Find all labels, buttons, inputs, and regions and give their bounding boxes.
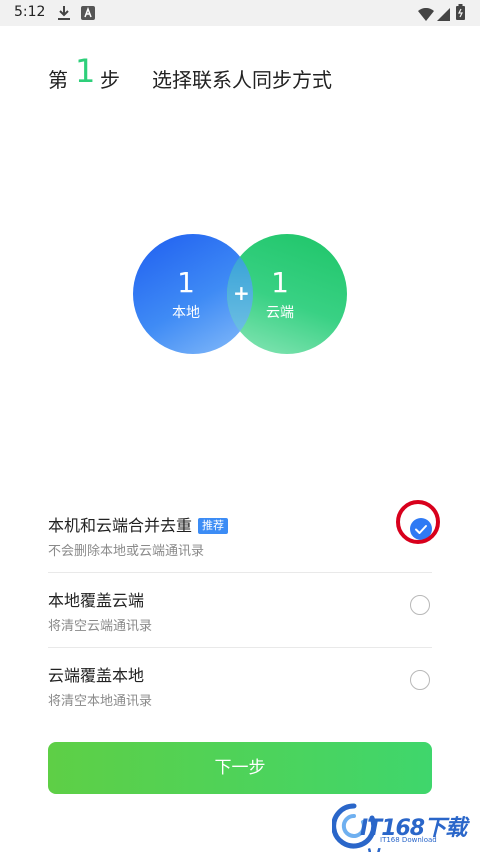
option-title: 本地覆盖云端 <box>48 591 145 610</box>
highlight-circle <box>396 500 440 544</box>
step-number: 1 <box>75 52 96 90</box>
radio-unchecked-icon[interactable] <box>410 670 430 690</box>
option-cloud-overwrite-local[interactable]: 云端覆盖本地 将清空本地通讯录 <box>48 648 432 722</box>
watermark-logo: IT168下载站 IT168 Download <box>332 800 480 852</box>
option-title: 本机和云端合并去重 推荐 <box>48 512 229 536</box>
option-title-text: 本机和云端合并去重 <box>48 516 193 535</box>
step-title: 第 1 步 选择联系人同步方式 <box>48 52 468 96</box>
download-icon <box>57 5 71 25</box>
status-time: 5:12 <box>14 4 46 20</box>
plus-icon: + <box>233 281 250 305</box>
option-subtitle: 将清空云端通讯录 <box>48 619 153 634</box>
step-suffix: 步 <box>100 68 120 92</box>
signal-icon <box>437 6 450 25</box>
radio-unchecked-icon[interactable] <box>410 595 430 615</box>
page-title: 选择联系人同步方式 <box>152 68 332 92</box>
watermark-subtext: IT168 Download <box>380 836 437 844</box>
option-subtitle: 不会删除本地或云端通讯录 <box>48 544 205 559</box>
sync-method-screen: 5:12 第 1 步 选择联系人同步方式 1 本地 1 云端 + 本机和云端合并… <box>0 0 480 852</box>
status-bar: 5:12 <box>0 0 480 26</box>
recommended-badge: 推荐 <box>198 518 229 534</box>
wifi-icon <box>418 6 434 25</box>
option-merge-dedupe[interactable]: 本机和云端合并去重 推荐 不会删除本地或云端通讯录 <box>48 498 432 572</box>
option-subtitle: 将清空本地通讯录 <box>48 694 153 709</box>
watermark-text: IT168下载站 <box>360 816 467 852</box>
contacts-venn-diagram: 1 本地 1 云端 + <box>133 234 347 354</box>
option-title: 云端覆盖本地 <box>48 666 145 685</box>
font-app-icon <box>81 5 95 24</box>
next-step-button[interactable]: 下一步 <box>48 742 432 794</box>
option-local-overwrite-cloud[interactable]: 本地覆盖云端 将清空云端通讯录 <box>48 573 432 647</box>
battery-icon <box>456 4 465 24</box>
step-prefix: 第 <box>48 68 68 92</box>
